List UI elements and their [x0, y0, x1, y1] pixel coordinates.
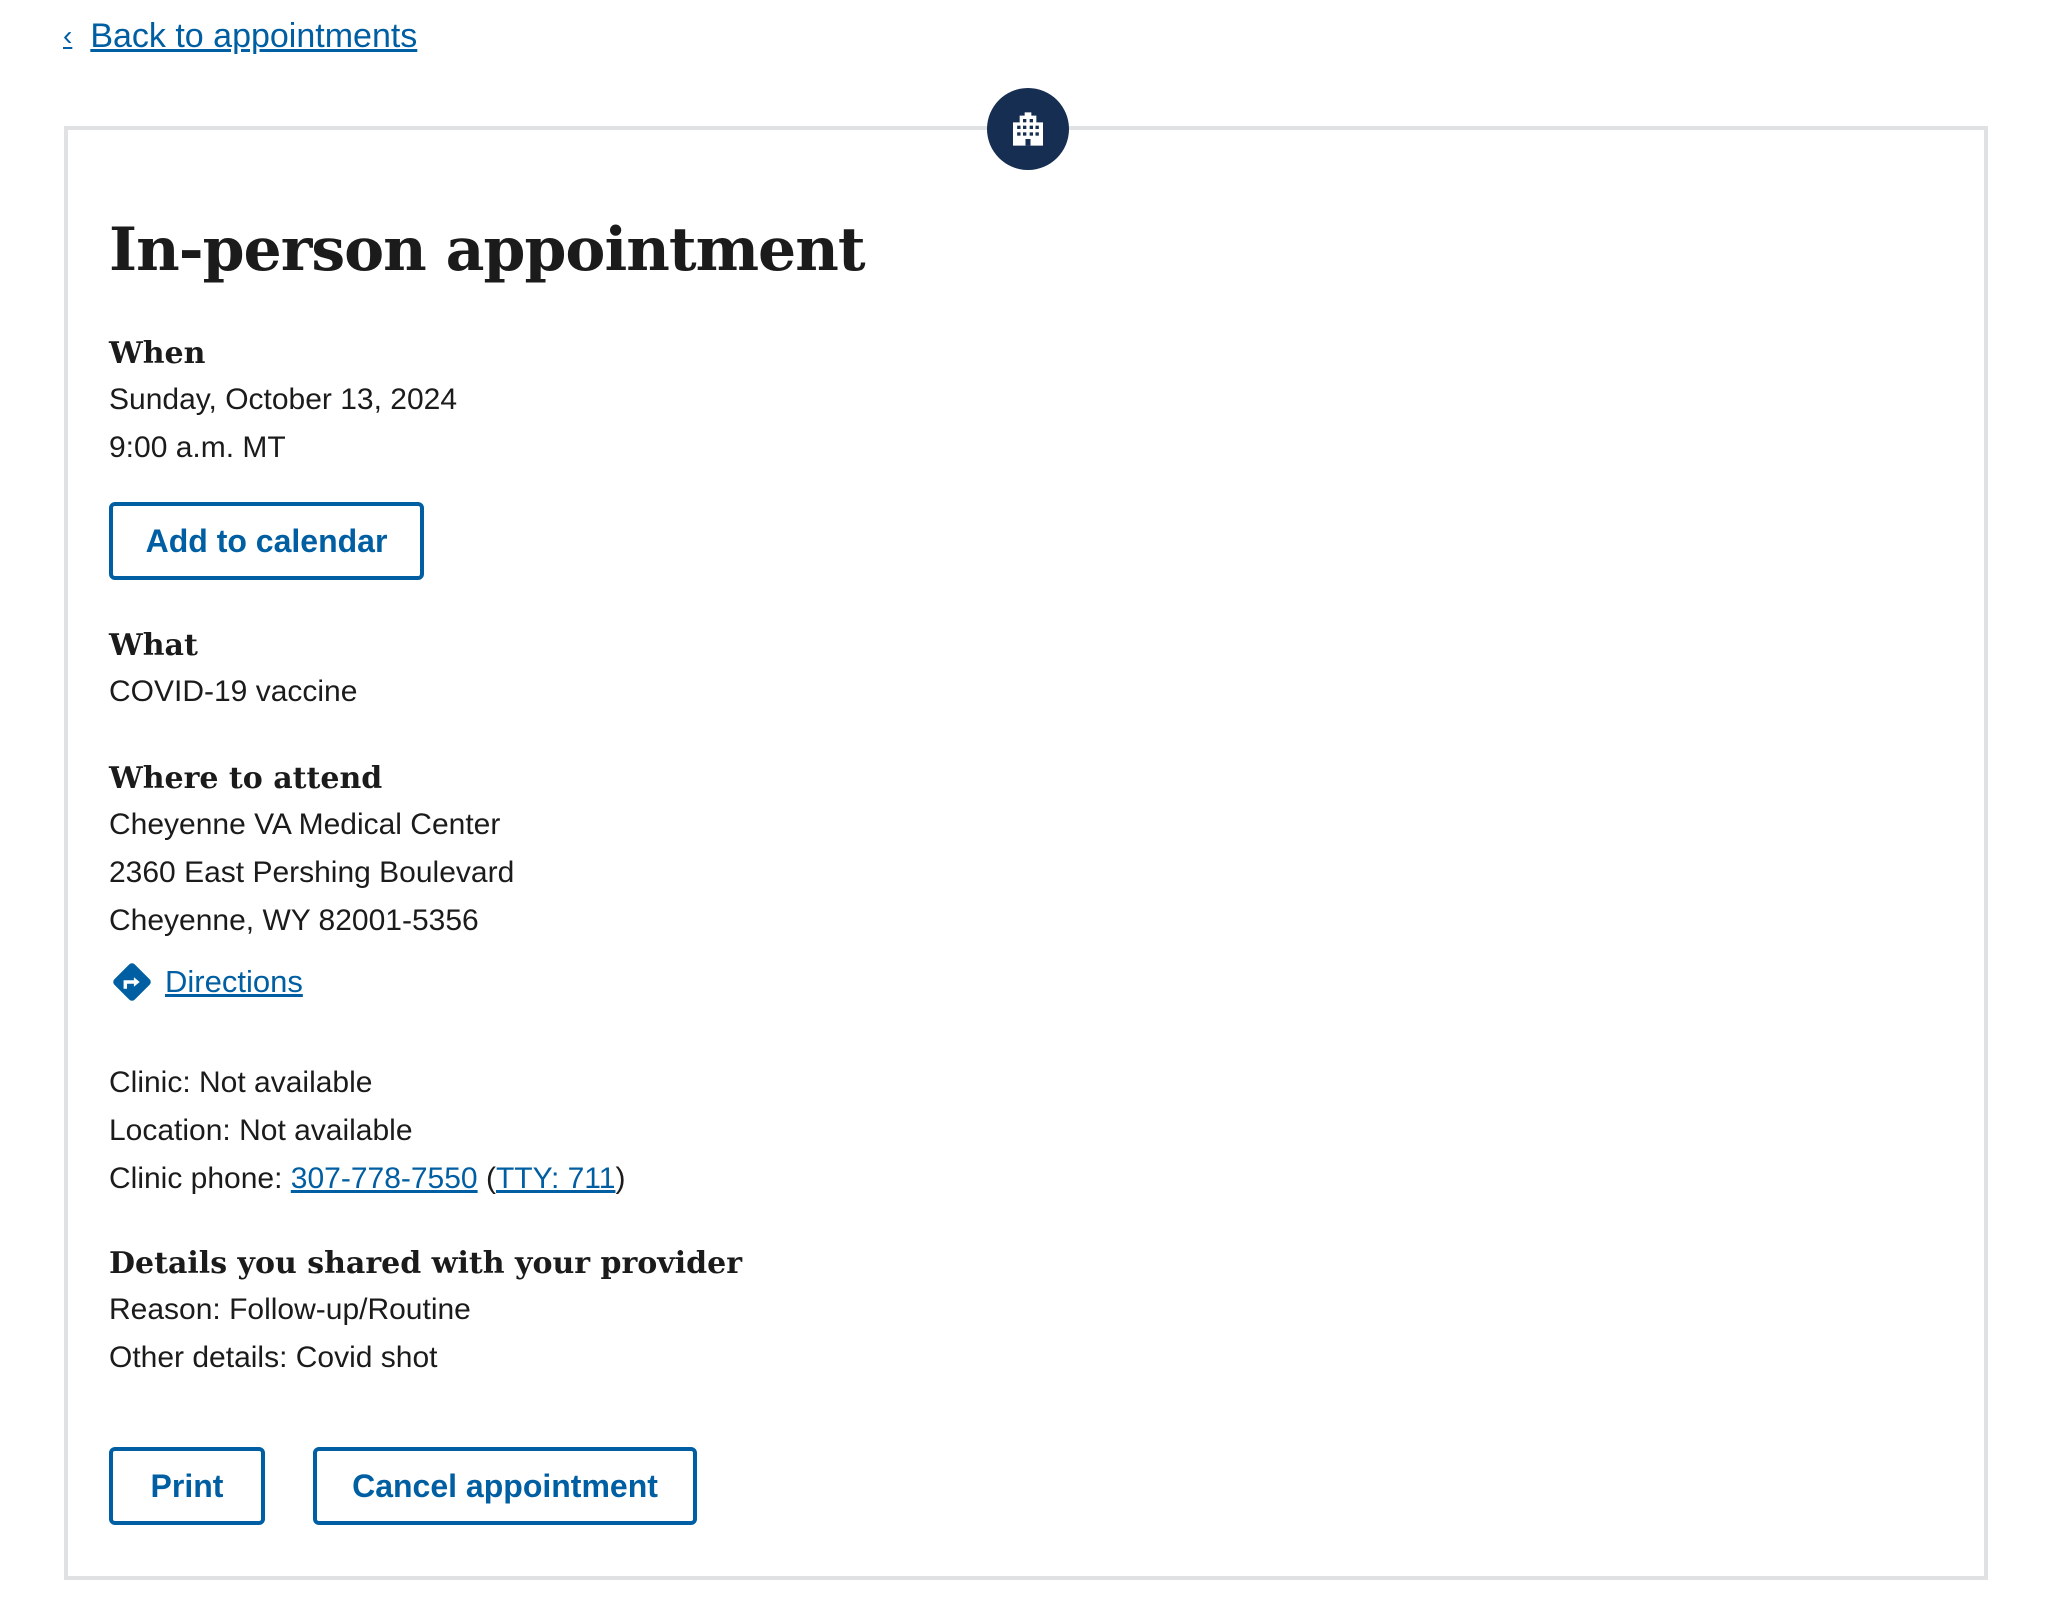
tty-open: ( [477, 1162, 496, 1195]
when-section: When Sunday, October 13, 2024 9:00 a.m. … [109, 332, 457, 472]
what-label: What [109, 628, 198, 663]
appointment-date: Sunday, October 13, 2024 [109, 383, 458, 416]
back-to-appointments-link[interactable]: ‹ Back to appointments [63, 14, 417, 58]
clinic-phone-line: Clinic phone: 307-778-7550 (TTY: 711) [109, 1155, 625, 1203]
tty-close: ) [615, 1162, 626, 1195]
where-label: Where to attend [109, 761, 383, 796]
where-section: Where to attend Cheyenne VA Medical Cent… [109, 757, 514, 945]
details-label: Details you shared with your provider [109, 1246, 743, 1281]
appointment-type: COVID-19 vaccine [109, 675, 358, 708]
what-section: What COVID-19 vaccine [109, 624, 357, 716]
clinic-name: Clinic: Not available [109, 1066, 373, 1099]
back-link-label: Back to appointments [90, 17, 418, 55]
clinic-phone-prefix: Clinic phone: [109, 1162, 291, 1195]
directions-link[interactable]: Directions [165, 958, 303, 1006]
directions-row: Directions [109, 958, 303, 1006]
directions-icon [113, 963, 151, 1001]
tty-link[interactable]: TTY: 711 [496, 1162, 616, 1195]
facility-name: Cheyenne VA Medical Center [109, 808, 501, 841]
page-title: In-person appointment [109, 215, 866, 285]
details-section: Details you shared with your provider Re… [109, 1242, 742, 1382]
print-button[interactable]: Print [109, 1447, 265, 1525]
clinic-phone-link[interactable]: 307-778-7550 [291, 1162, 478, 1195]
clinic-info: Clinic: Not available Location: Not avai… [109, 1059, 625, 1203]
facility-city: Cheyenne, WY 82001-5356 [109, 904, 479, 937]
add-to-calendar-button[interactable]: Add to calendar [109, 502, 424, 580]
details-other: Other details: Covid shot [109, 1341, 438, 1374]
hospital-building-icon [987, 88, 1069, 170]
cancel-appointment-button[interactable]: Cancel appointment [313, 1447, 697, 1525]
clinic-location: Location: Not available [109, 1114, 413, 1147]
facility-street: 2360 East Pershing Boulevard [109, 856, 515, 889]
when-label: When [109, 336, 206, 371]
appointment-time: 9:00 a.m. MT [109, 431, 286, 464]
chevron-left-icon: ‹ [63, 20, 73, 51]
details-reason: Reason: Follow-up/Routine [109, 1293, 471, 1326]
